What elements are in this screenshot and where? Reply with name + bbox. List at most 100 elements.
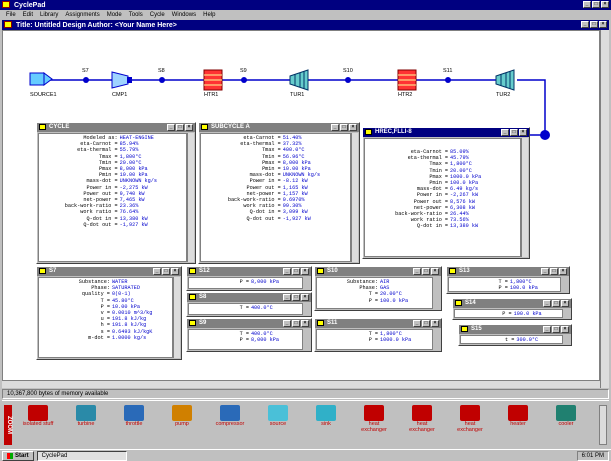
s13-window-titlebar[interactable]: S13 _ □ × xyxy=(447,267,569,276)
heater-icon[interactable] xyxy=(203,69,223,91)
maximize-button[interactable]: □ xyxy=(550,268,558,275)
property-value[interactable]: 8,000 kPa xyxy=(251,279,279,285)
minimize-button[interactable]: _ xyxy=(283,294,291,301)
toolbox-item-heat-exchanger[interactable]: heat exchanger xyxy=(452,405,488,433)
turbine-icon[interactable] xyxy=(289,69,309,91)
s8-window-titlebar[interactable]: S8 _ □ × xyxy=(187,293,311,302)
s7-scrollbar[interactable] xyxy=(173,277,180,358)
toolbox-item-compressor[interactable]: compressor xyxy=(212,405,248,427)
minimize-button[interactable]: _ xyxy=(543,326,551,333)
close-button[interactable]: × xyxy=(519,129,527,136)
property-value[interactable]: 8,000 kPa xyxy=(251,337,279,343)
minimize-button[interactable]: _ xyxy=(331,124,339,131)
maximize-button[interactable]: □ xyxy=(292,268,300,275)
maximize-button[interactable]: □ xyxy=(552,326,560,333)
minimize-button[interactable]: _ xyxy=(153,268,161,275)
maximize-button[interactable]: □ xyxy=(422,268,430,275)
hrec-window[interactable]: HREC,FLLI-8 _ □ × eta-Carnot = 85.09% eta-the… xyxy=(362,127,530,259)
toolbox-item-turbine[interactable]: turbine xyxy=(68,405,104,427)
cycle-scrollbar[interactable] xyxy=(187,133,194,262)
minimize-button[interactable]: _ xyxy=(283,320,291,327)
property-value[interactable]: 300.0°C xyxy=(516,337,538,343)
minimize-button[interactable]: _ xyxy=(543,300,551,307)
close-button[interactable]: × xyxy=(301,294,309,301)
s7-window[interactable]: S7 _ □ × Substance: WATER Phase: SATURATED qual… xyxy=(36,266,182,360)
cycle-window[interactable]: CYCLE _ □ × Modeled as: HEAT-ENGINE eta-Carno… xyxy=(36,122,196,264)
hrec-scrollbar[interactable] xyxy=(521,138,528,257)
close-button[interactable]: × xyxy=(561,326,569,333)
property-value[interactable]: -1,927 kW xyxy=(283,216,311,222)
s15-window[interactable]: S15 _ □ × t = 300.0°C xyxy=(458,324,572,346)
s7-window-titlebar[interactable]: S7 _ □ × xyxy=(37,267,181,276)
heater-icon[interactable] xyxy=(397,69,417,91)
close-button[interactable]: × xyxy=(559,268,567,275)
taskbar-task-cyclepad[interactable]: CyclePad xyxy=(36,450,127,461)
s13-window[interactable]: S13 _ □ × T = 1,800°C P = 100.0 kPa xyxy=(446,266,570,294)
s15-window-titlebar[interactable]: S15 _ □ × xyxy=(459,325,571,334)
compressor-icon[interactable] xyxy=(111,71,132,89)
toolbox-item-cooler[interactable]: cooler xyxy=(548,405,584,427)
toolbox-item-source[interactable]: source xyxy=(260,405,296,427)
maximize-button[interactable]: □ xyxy=(510,129,518,136)
close-button[interactable]: × xyxy=(431,268,439,275)
minimize-button[interactable]: _ xyxy=(283,268,291,275)
toolbox-item-throttle[interactable]: throttle xyxy=(116,405,152,427)
subcycle-window[interactable]: SUBCYCLE A _ □ × eta-Carnot = 51.40% eta-ther… xyxy=(198,122,360,264)
close-button[interactable]: × xyxy=(171,268,179,275)
subcycle-scrollbar[interactable] xyxy=(351,133,358,262)
s12-window[interactable]: S12 _ □ × P = 8,000 kPa xyxy=(186,266,312,291)
s8-window[interactable]: S8 _ □ × T = 400.0°C xyxy=(186,292,312,317)
property-value[interactable]: 100.0 kPa xyxy=(380,298,408,304)
close-button[interactable]: × xyxy=(349,124,357,131)
s10-window-titlebar[interactable]: S10 _ □ × xyxy=(315,267,441,276)
hrec-window-titlebar[interactable]: HREC,FLLI-8 _ □ × xyxy=(363,128,529,137)
close-button[interactable]: × xyxy=(561,300,569,307)
maximize-button[interactable]: □ xyxy=(552,300,560,307)
property-value[interactable]: 13,380 kW xyxy=(450,223,478,229)
toolbox-item-isolated-stuff[interactable]: isolated stuff xyxy=(20,405,56,427)
maximize-button[interactable]: □ xyxy=(292,320,300,327)
maximize-button[interactable]: □ xyxy=(340,124,348,131)
minimize-button[interactable]: _ xyxy=(167,124,175,131)
minimize-button[interactable]: _ xyxy=(413,268,421,275)
maximize-button[interactable]: □ xyxy=(162,268,170,275)
s12-window-titlebar[interactable]: S12 _ □ × xyxy=(187,267,311,276)
stream-node-s12[interactable] xyxy=(540,130,550,140)
stream-node-s10[interactable] xyxy=(345,77,351,83)
maximize-button[interactable]: □ xyxy=(292,294,300,301)
property-value[interactable]: 100.0 kPa xyxy=(510,285,538,291)
close-button[interactable]: × xyxy=(301,320,309,327)
property-value[interactable]: 1000.0 kPa xyxy=(380,337,411,343)
minimize-button[interactable]: _ xyxy=(501,129,509,136)
property-value[interactable]: 400.0°C xyxy=(251,305,273,311)
start-button[interactable]: Start xyxy=(2,450,34,461)
stream-node-s8[interactable] xyxy=(159,77,165,83)
subcycle-window-titlebar[interactable]: SUBCYCLE A _ □ × xyxy=(199,123,359,132)
canvas-hscrollbar[interactable] xyxy=(2,380,600,388)
toolbox-scroll[interactable] xyxy=(599,405,607,445)
stream-node-s11[interactable] xyxy=(445,77,451,83)
cycle-window-titlebar[interactable]: CYCLE _ □ × xyxy=(37,123,195,132)
close-button[interactable]: × xyxy=(431,320,439,327)
minimize-button[interactable]: _ xyxy=(413,320,421,327)
property-value[interactable]: 1.0000 kg/s xyxy=(112,335,146,341)
s11-window[interactable]: S11 _ □ × T = 1,800°C P = 1000.0 kPa xyxy=(314,318,442,352)
s11-window-titlebar[interactable]: S11 _ □ × xyxy=(315,319,441,328)
stream-node-s9[interactable] xyxy=(241,77,247,83)
maximize-button[interactable]: □ xyxy=(422,320,430,327)
toolbox-item-heater[interactable]: heater xyxy=(500,405,536,427)
s10-window[interactable]: S10 _ □ × Substance: AIR Phase: GAS T = 20.00°C P… xyxy=(314,266,442,311)
s14-window-titlebar[interactable]: S14 _ □ × xyxy=(453,299,571,308)
s9-window[interactable]: S9 _ □ × T = 400.0°C P = 8,000 kPa xyxy=(186,318,312,352)
s9-window-titlebar[interactable]: S9 _ □ × xyxy=(187,319,311,328)
close-button[interactable]: × xyxy=(185,124,193,131)
stream-node-s7[interactable] xyxy=(83,77,89,83)
toolbox-item-heat-exchanger[interactable]: heat exchanger xyxy=(356,405,392,433)
source-icon[interactable] xyxy=(29,72,53,86)
property-value[interactable]: -1,927 kW xyxy=(120,222,148,228)
minimize-button[interactable]: _ xyxy=(541,268,549,275)
turbine-icon[interactable] xyxy=(495,69,515,91)
toolbox-item-pump[interactable]: pump xyxy=(164,405,200,427)
property-value[interactable]: 100.0 kPa xyxy=(514,311,542,317)
s14-window[interactable]: S14 _ □ × P = 100.0 kPa xyxy=(452,298,572,320)
